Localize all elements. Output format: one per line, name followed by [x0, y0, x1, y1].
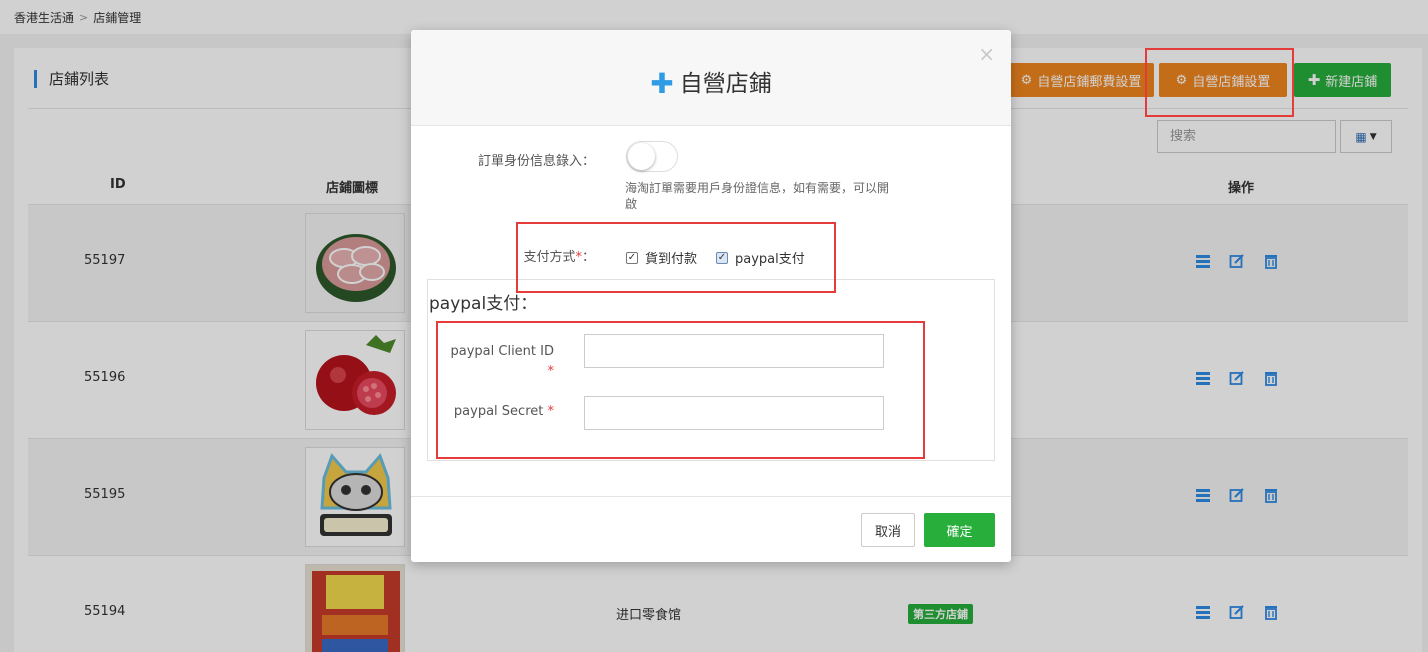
- close-icon[interactable]: ×: [978, 42, 995, 66]
- modal-header: ✚ 自營店鋪 ×: [411, 30, 1011, 126]
- cancel-button[interactable]: 取消: [861, 513, 915, 547]
- annotation-highlight: [436, 321, 925, 459]
- id-entry-label: 訂單身份信息錄入：: [477, 154, 595, 169]
- modal-title-text: 自營店鋪: [679, 71, 772, 97]
- annotation-highlight: [516, 222, 836, 293]
- toggle-knob: [628, 143, 655, 170]
- annotation-highlight: [1145, 48, 1294, 117]
- self-store-modal: ✚ 自營店鋪 × 訂單身份信息錄入： 海淘訂單需要用戶身份證信息，如有需要，可以開…: [411, 30, 1011, 562]
- modal-footer: 取消 確定: [411, 496, 1011, 562]
- id-entry-help-text: 海淘訂單需要用戶身份證信息，如有需要，可以開啟: [625, 181, 890, 211]
- id-entry-toggle[interactable]: [626, 141, 678, 172]
- confirm-button[interactable]: 確定: [924, 513, 995, 547]
- plus-icon: ✚: [650, 67, 674, 100]
- modal-title: ✚ 自營店鋪: [411, 64, 1011, 100]
